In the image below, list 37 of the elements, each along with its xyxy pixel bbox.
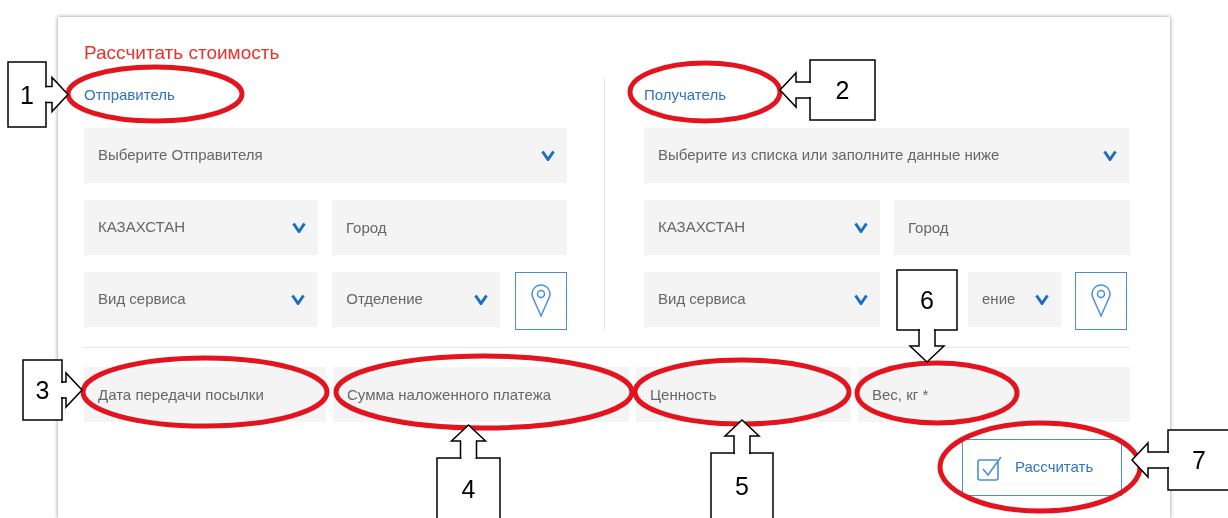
checkbox-icon xyxy=(977,454,1003,481)
chevron-down-icon xyxy=(854,294,868,305)
callout-number: 7 xyxy=(1192,446,1206,474)
form-title: Рассчитать стоимость xyxy=(84,41,281,65)
chevron-down-icon xyxy=(854,222,868,233)
callout-number: 3 xyxy=(35,376,50,404)
dropdown-field[interactable]: Выберите из списка или заполните данные ниже xyxy=(644,128,1129,183)
map-pin-button[interactable] xyxy=(1075,272,1127,330)
dropdown-field[interactable]: ение xyxy=(968,272,1061,327)
input-field[interactable]: Дата передачи посылки xyxy=(84,367,326,422)
calculate-button[interactable]: Рассчитать xyxy=(962,439,1122,496)
callout-number: 4 xyxy=(461,475,476,503)
callout-number: 5 xyxy=(735,472,749,500)
input-field[interactable]: Сумма наложенного платежа xyxy=(333,367,629,422)
map-pin-icon xyxy=(1091,284,1111,318)
dropdown-field[interactable]: Выберите Отправителя xyxy=(84,128,567,183)
dropdown-field[interactable]: Отделение xyxy=(332,272,500,327)
map-pin-button[interactable] xyxy=(515,272,567,330)
callout-number: 1 xyxy=(20,80,34,109)
chevron-down-icon xyxy=(474,294,488,305)
section-link[interactable]: Получатель xyxy=(644,78,726,112)
dropdown-field[interactable]: КАЗАХСТАН xyxy=(644,200,880,255)
input-field[interactable]: Город xyxy=(894,200,1130,255)
map-pin-icon xyxy=(531,284,551,318)
chevron-down-icon xyxy=(541,150,555,161)
dropdown-field[interactable]: Вид сервиса xyxy=(644,272,880,327)
chevron-down-icon xyxy=(1103,150,1117,161)
input-field[interactable]: Вес, кг * xyxy=(858,367,1130,422)
callout-number: 2 xyxy=(835,76,850,104)
chevron-down-icon xyxy=(291,294,306,305)
section-link[interactable]: Отправитель xyxy=(84,78,175,112)
chevron-down-icon xyxy=(292,222,306,233)
dropdown-field[interactable]: КАЗАХСТАН xyxy=(84,200,318,255)
callout-number: 6 xyxy=(920,286,934,314)
input-field[interactable]: Город xyxy=(332,200,567,255)
dropdown-field[interactable]: Вид сервиса xyxy=(84,272,318,327)
chevron-down-icon xyxy=(1035,294,1049,305)
